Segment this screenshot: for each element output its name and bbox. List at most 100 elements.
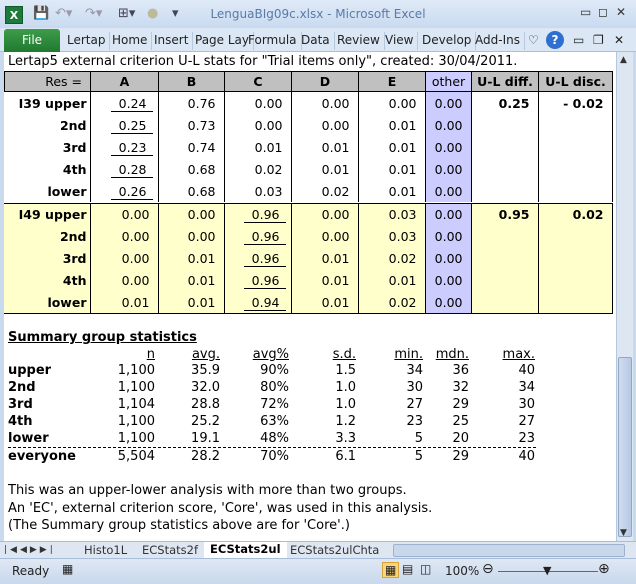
ul-disc-cell[interactable] xyxy=(538,225,613,248)
cell[interactable]: 0.01 xyxy=(291,247,359,270)
row-label[interactable]: 3rd xyxy=(4,247,91,270)
ul-disc-cell[interactable] xyxy=(538,158,613,180)
cell[interactable]: 0.00 xyxy=(291,92,359,114)
cell[interactable]: 0.00 xyxy=(90,269,159,292)
ul-diff-cell[interactable]: 0.95 xyxy=(471,203,539,226)
cell[interactable]: 0.01 xyxy=(358,269,426,292)
cell[interactable]: 0.01 xyxy=(158,247,225,270)
cell[interactable]: 0.28 xyxy=(90,158,159,180)
zoom-slider-thumb[interactable]: ▼ xyxy=(543,564,551,577)
cell[interactable]: 0.01 xyxy=(158,269,225,292)
row-label[interactable]: I49 upper xyxy=(4,203,91,226)
cell[interactable]: 0.00 xyxy=(158,225,225,248)
cell[interactable]: 0.96 xyxy=(224,247,292,270)
scroll-up-icon[interactable]: ▲ xyxy=(620,55,627,65)
ul-disc-cell[interactable] xyxy=(538,180,613,202)
cell[interactable]: 0.68 xyxy=(158,158,225,180)
tab-lertap[interactable]: Lertap xyxy=(67,32,111,50)
zoom-out-icon[interactable]: ⊖ xyxy=(482,561,494,577)
column-header[interactable]: C xyxy=(224,71,292,92)
cell[interactable]: 0.00 xyxy=(90,247,159,270)
cell[interactable]: 0.00 xyxy=(425,203,472,226)
cell[interactable]: 0.00 xyxy=(224,92,292,114)
ul-disc-cell[interactable]: - 0.02 xyxy=(538,92,613,114)
cell[interactable]: 0.01 xyxy=(291,291,359,314)
cell[interactable]: 0.00 xyxy=(425,92,472,114)
cell[interactable]: 0.03 xyxy=(358,225,426,248)
ul-disc-cell[interactable]: 0.02 xyxy=(538,203,613,226)
ul-diff-cell[interactable] xyxy=(471,180,539,202)
cell[interactable]: 0.02 xyxy=(224,158,292,180)
cell[interactable]: 0.00 xyxy=(358,92,426,114)
cell[interactable]: 0.01 xyxy=(158,291,225,314)
tab-data[interactable]: Data xyxy=(301,32,335,50)
sheet-tab-histo1l[interactable]: Histo1L xyxy=(78,543,133,557)
ul-diff-cell[interactable]: 0.25 xyxy=(471,92,539,114)
cell[interactable]: 0.68 xyxy=(158,180,225,202)
cell[interactable]: 0.96 xyxy=(224,203,292,226)
cell[interactable]: 0.23 xyxy=(90,136,159,158)
ul-diff-cell[interactable] xyxy=(471,225,539,248)
zoom-in-icon[interactable]: ⊕ xyxy=(598,561,610,577)
close-icon[interactable]: ✕ xyxy=(616,5,626,19)
row-label[interactable]: 2nd xyxy=(4,225,91,248)
cell[interactable]: 0.01 xyxy=(90,291,159,314)
tab-page-layout[interactable]: Page Lay xyxy=(195,32,255,50)
cell[interactable]: 0.01 xyxy=(358,180,426,202)
ul-disc-cell[interactable] xyxy=(538,269,613,292)
cell[interactable]: 0.01 xyxy=(358,114,426,136)
tab-insert[interactable]: Insert xyxy=(154,32,194,50)
scroll-thumb[interactable] xyxy=(618,357,632,537)
cell[interactable]: 0.96 xyxy=(224,225,292,248)
ul-disc-cell[interactable] xyxy=(538,247,613,270)
cell[interactable]: 0.01 xyxy=(358,136,426,158)
row-label[interactable]: I39 upper xyxy=(4,92,91,114)
cell[interactable]: 0.02 xyxy=(358,291,426,314)
tab-add-ins[interactable]: Add-Ins xyxy=(475,32,525,50)
cell[interactable]: 0.94 xyxy=(224,291,292,314)
page-layout-view-icon[interactable]: ▤ xyxy=(402,562,413,576)
cell[interactable]: 0.00 xyxy=(90,203,159,226)
horizontal-scrollbar[interactable] xyxy=(393,544,625,557)
cell[interactable]: 0.00 xyxy=(425,180,472,202)
tab-view[interactable]: View xyxy=(385,32,419,50)
ul-disc-cell[interactable] xyxy=(538,291,613,314)
tab-formulas[interactable]: Formula xyxy=(248,32,302,50)
cell[interactable]: 0.00 xyxy=(425,269,472,292)
cell[interactable]: 0.00 xyxy=(425,158,472,180)
cell[interactable]: 0.26 xyxy=(90,180,159,202)
page-break-view-icon[interactable]: ◫ xyxy=(420,562,431,576)
tab-review[interactable]: Review xyxy=(337,32,385,50)
row-label[interactable]: 4th xyxy=(4,158,91,180)
cell[interactable]: 0.00 xyxy=(425,114,472,136)
row-label[interactable]: 3rd xyxy=(4,136,91,158)
cell[interactable]: 0.01 xyxy=(291,269,359,292)
column-header[interactable]: B xyxy=(158,71,225,92)
help-icon[interactable]: ? xyxy=(546,31,564,49)
heart-icon[interactable]: ♡ xyxy=(528,32,543,50)
column-header[interactable]: U-L disc. xyxy=(538,71,613,92)
cell[interactable]: 0.02 xyxy=(291,180,359,202)
maximize-icon[interactable]: ◻ xyxy=(598,5,608,19)
cell[interactable]: 0.00 xyxy=(224,114,292,136)
tab-developer[interactable]: Develop xyxy=(422,32,477,50)
normal-view-icon[interactable]: ▦ xyxy=(382,562,400,578)
ul-diff-cell[interactable] xyxy=(471,136,539,158)
scroll-down-icon[interactable]: ▼ xyxy=(620,528,627,538)
sheet-nav-arrows-icon[interactable]: |◀◀▶▶| xyxy=(4,545,56,555)
column-header[interactable]: A xyxy=(90,71,159,92)
cell[interactable]: 0.01 xyxy=(224,136,292,158)
ul-diff-cell[interactable] xyxy=(471,269,539,292)
worksheet[interactable]: Lertap5 external criterion U-L stats for… xyxy=(4,52,616,541)
cell[interactable]: 0.01 xyxy=(291,136,359,158)
row-label[interactable]: lower xyxy=(4,180,91,202)
cell[interactable]: 0.00 xyxy=(425,247,472,270)
cell[interactable]: 0.24 xyxy=(90,92,159,114)
cell[interactable]: 0.76 xyxy=(158,92,225,114)
column-header[interactable]: E xyxy=(358,71,426,92)
cell[interactable]: 0.03 xyxy=(358,203,426,226)
row-label[interactable]: 2nd xyxy=(4,114,91,136)
column-header[interactable]: D xyxy=(291,71,359,92)
cell[interactable]: 0.25 xyxy=(90,114,159,136)
ul-diff-cell[interactable] xyxy=(471,247,539,270)
